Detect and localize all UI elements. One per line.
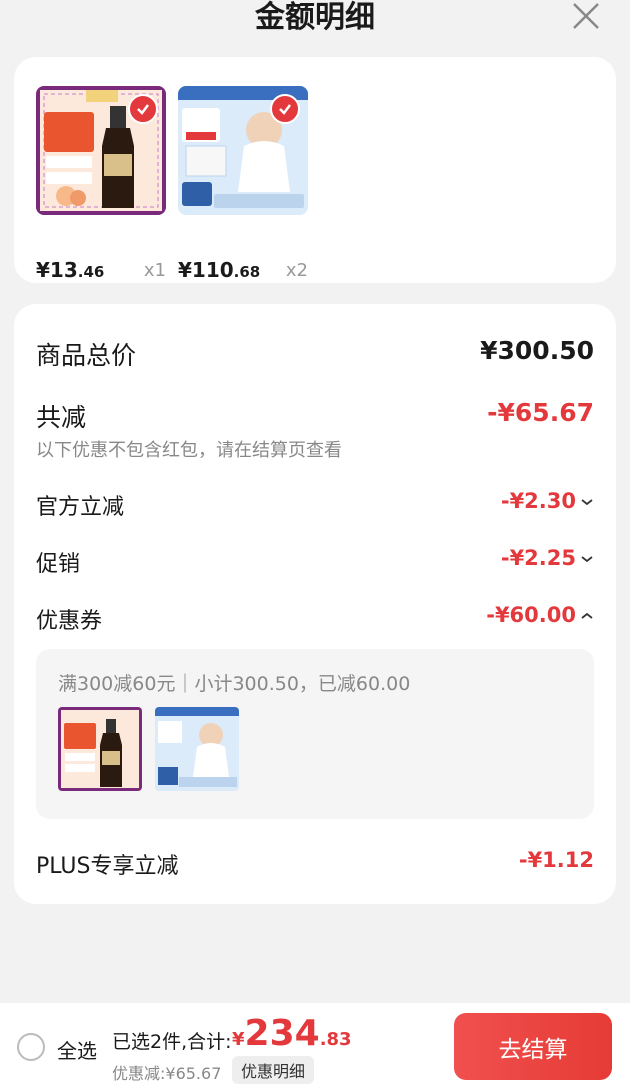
total-currency: ¥ xyxy=(232,1029,245,1050)
price-decimal: .68 xyxy=(233,263,261,281)
product-quantity: x1 xyxy=(143,260,166,281)
product-image-brita xyxy=(178,86,308,215)
discount-row-coupon[interactable]: 优惠券 -¥60.00 xyxy=(36,603,594,635)
product-item[interactable]: ¥110.68 x2 xyxy=(178,86,308,282)
product-price: ¥13.46 xyxy=(36,258,104,282)
total-price-value: ¥300.50 xyxy=(480,336,594,365)
discount-value: -¥60.00 xyxy=(486,603,594,627)
select-all-label[interactable]: 全选 xyxy=(57,1035,97,1064)
reduce-note: 以下优惠不包含红包，请在结算页查看 xyxy=(36,440,342,461)
total-reduce-value: -¥65.67 xyxy=(487,398,594,427)
price-integer: ¥110 xyxy=(178,258,234,282)
saved-amount: 优惠减:¥65.67 xyxy=(112,1064,222,1083)
amount-detail-card: 商品总价 ¥300.50 共减 -¥65.67 以下优惠不包含红包，请在结算页查… xyxy=(14,304,616,904)
page-title: 金额明细 xyxy=(255,0,375,35)
coupon-product-thumb xyxy=(155,707,239,791)
product-price: ¥110.68 xyxy=(178,258,260,282)
selected-check-icon[interactable] xyxy=(270,94,300,124)
total-amount: ¥234.83 xyxy=(232,1013,352,1054)
select-all-radio[interactable] xyxy=(17,1033,45,1061)
product-image-soy-sauce xyxy=(36,86,166,215)
total-integer: 234 xyxy=(244,1013,320,1054)
discount-label: 优惠券 xyxy=(36,609,103,634)
selected-summary: 已选2件,合计: xyxy=(112,1031,232,1053)
products-card: ¥13.46 x1 ¥110.68 x2 xyxy=(14,57,616,283)
coupon-detail-box: 满300减60元｜小计300.50，已减60.00 xyxy=(36,649,594,819)
total-price-label: 商品总价 xyxy=(36,341,137,370)
chevron-down-icon xyxy=(581,499,593,506)
discount-detail-button[interactable]: 优惠明细 xyxy=(232,1056,315,1084)
discount-row-promotion[interactable]: 促销 -¥2.25 xyxy=(36,546,594,578)
total-decimal: .83 xyxy=(319,1029,352,1050)
plus-reduce-value: -¥1.12 xyxy=(518,848,594,872)
price-integer: ¥13 xyxy=(36,258,78,282)
total-reduce-row: 共减 -¥65.67 xyxy=(36,398,594,432)
chevron-up-icon xyxy=(581,612,593,619)
total-reduce-label: 共减 xyxy=(36,403,87,432)
chevron-down-icon xyxy=(581,556,593,563)
plus-reduce-row: PLUS专享立减 -¥1.12 xyxy=(36,848,594,880)
discount-label: 官方立减 xyxy=(36,495,125,520)
discount-value: -¥2.25 xyxy=(501,546,594,570)
product-item[interactable]: ¥13.46 x1 xyxy=(36,86,166,282)
selected-check-icon[interactable] xyxy=(128,94,158,124)
discount-label: 促销 xyxy=(36,552,81,577)
header: 金额明细 xyxy=(0,0,630,44)
coupon-product-thumb xyxy=(58,707,142,791)
checkout-bar: 全选 已选2件,合计: ¥234.83 优惠减:¥65.67 优惠明细 去结算 xyxy=(0,1003,630,1090)
price-decimal: .46 xyxy=(77,263,105,281)
total-price-row: 商品总价 ¥300.50 xyxy=(36,336,594,370)
discount-row-official[interactable]: 官方立减 -¥2.30 xyxy=(36,489,594,521)
plus-reduce-label: PLUS专享立减 xyxy=(36,854,179,879)
product-quantity: x2 xyxy=(285,260,308,281)
discount-value: -¥2.30 xyxy=(501,489,594,513)
checkout-button[interactable]: 去结算 xyxy=(454,1013,612,1080)
close-icon[interactable] xyxy=(570,0,602,32)
coupon-description: 满300减60元｜小计300.50，已减60.00 xyxy=(58,673,411,695)
